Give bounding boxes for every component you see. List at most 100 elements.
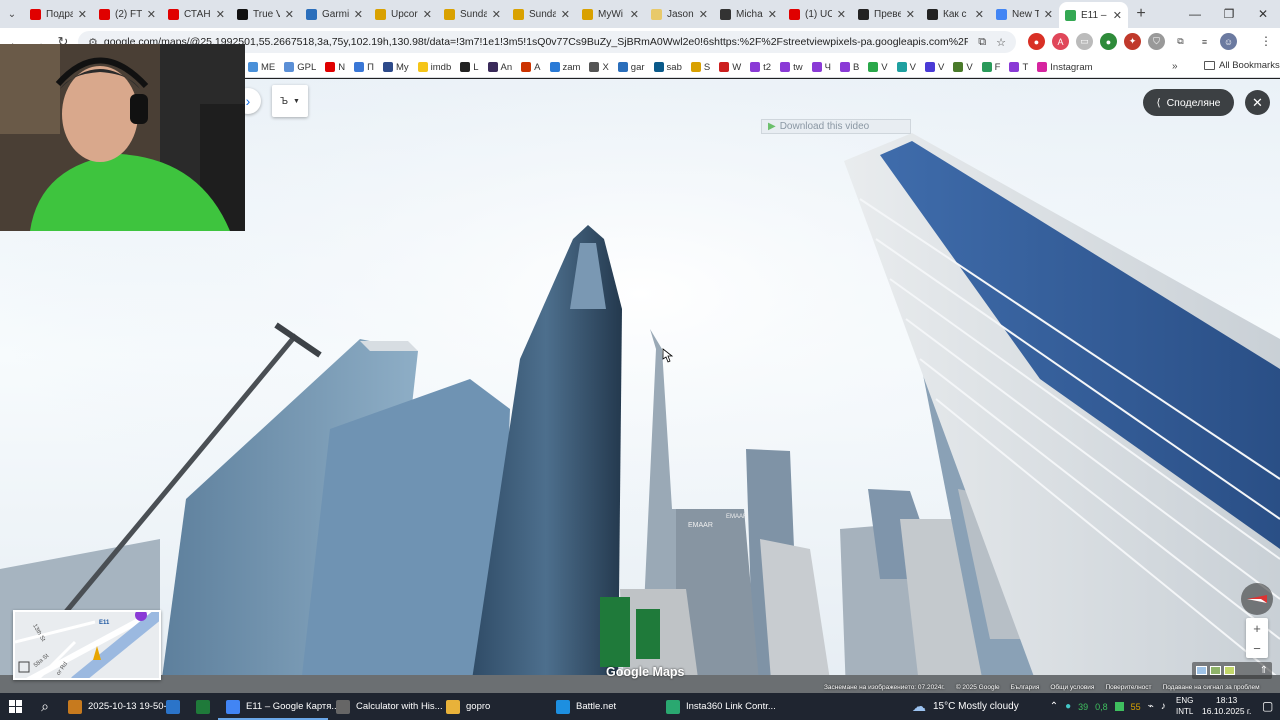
bookmark-item[interactable]: S (690, 62, 710, 73)
tab-0[interactable]: Подра ✕ (24, 2, 93, 26)
expand-icon[interactable]: ⇑ (1260, 665, 1268, 676)
restore-icon[interactable]: ❐ (1212, 0, 1246, 28)
notifications-icon[interactable]: ▢ (1262, 699, 1273, 713)
bookmark-item[interactable]: Instagram (1037, 62, 1093, 73)
start-button[interactable] (0, 700, 30, 713)
bookmark-item[interactable]: gar (617, 62, 645, 73)
imagery-layers[interactable]: ⇑ (1192, 662, 1272, 679)
download-video-banner[interactable]: ▶ Download this video (761, 119, 911, 134)
tab-close-icon[interactable]: ✕ (768, 8, 777, 21)
tab-7[interactable]: Sunda ✕ (507, 2, 576, 26)
taskbar-app-0[interactable]: 2025-10-13 19-50-4... (60, 693, 180, 720)
taskbar-app-4[interactable]: Calculator with His... (328, 693, 443, 720)
tab-close-icon[interactable]: ✕ (699, 8, 708, 21)
tab-2[interactable]: СТАН ✕ (162, 2, 231, 26)
close-window-icon[interactable]: ✕ (1246, 0, 1280, 28)
weather-text[interactable]: 15°C Mostly cloudy (933, 701, 1019, 712)
share-button[interactable]: ⟨ Споделяне (1143, 89, 1234, 116)
attribution-item[interactable]: България (1011, 684, 1040, 693)
tray-green-icon[interactable] (1114, 702, 1124, 711)
attribution-item[interactable]: Подаване на сигнал за проблем (1163, 684, 1260, 693)
media-icon[interactable]: ≡ (1196, 33, 1213, 50)
tab-close-icon[interactable]: ✕ (216, 8, 225, 21)
tab-close-icon[interactable]: ✕ (837, 8, 846, 21)
language-indicator[interactable]: ENG INTL (1176, 695, 1193, 717)
attribution-item[interactable]: Поверителност (1105, 684, 1151, 693)
tab-close-icon[interactable]: ✕ (630, 8, 639, 21)
taskbar-app-1[interactable] (158, 693, 188, 720)
tab-3[interactable]: True V ✕ (231, 2, 300, 26)
tab-search-icon[interactable]: ⌄ (0, 0, 24, 28)
tab-close-icon[interactable]: ✕ (423, 8, 432, 21)
bookmark-item[interactable]: V (924, 62, 944, 73)
volume-icon[interactable]: ♪ (1161, 701, 1166, 712)
bookmark-item[interactable]: sab (653, 62, 682, 73)
tray-up-arrow-icon[interactable]: ⌃ (1050, 701, 1058, 712)
minimize-icon[interactable]: — (1178, 0, 1212, 28)
tray-app-icon[interactable]: ● (1065, 701, 1071, 712)
tab-13[interactable]: Как с ✕ (921, 2, 990, 26)
extension-green-icon[interactable]: ● (1100, 33, 1117, 50)
tab-1[interactable]: (2) FTI ✕ (93, 2, 162, 26)
bookmark-item[interactable]: GPL (284, 62, 316, 73)
bookmark-item[interactable]: imdb (417, 62, 451, 73)
tab-10[interactable]: Micha ✕ (714, 2, 783, 26)
search-icon[interactable]: ⌕ (30, 693, 60, 720)
taskbar-app-3[interactable]: E11 – Google Картя... (218, 693, 339, 720)
extension-red-icon[interactable]: ● (1028, 33, 1045, 50)
bookmark-item[interactable]: В (839, 62, 859, 73)
tab-close-icon[interactable]: ✕ (354, 8, 363, 21)
bookmark-star-icon[interactable]: ☆ (996, 36, 1006, 49)
tab-12[interactable]: Преве ✕ (852, 2, 921, 26)
extension-shield-icon[interactable]: ⛉ (1148, 33, 1165, 50)
tab-close-icon[interactable]: ✕ (492, 8, 501, 21)
extension-adblock-icon[interactable]: A (1052, 33, 1069, 50)
bookmark-item[interactable]: F (981, 62, 1000, 73)
taskbar-app-6[interactable]: Battle.net (548, 693, 658, 720)
network-icon[interactable]: ⌁ (1148, 701, 1154, 712)
tab-close-icon[interactable]: ✕ (285, 8, 294, 21)
layer-thumb-3[interactable] (1224, 666, 1235, 675)
tab-6[interactable]: Sunda ✕ (438, 2, 507, 26)
bookmark-item[interactable]: L (460, 62, 479, 73)
attribution-item[interactable]: Общи условия (1050, 684, 1094, 693)
bookmark-item[interactable]: tw (780, 62, 803, 73)
bookmark-item[interactable]: X (589, 62, 609, 73)
bookmark-item[interactable]: ME (248, 62, 275, 73)
bookmark-item[interactable]: My (382, 62, 409, 73)
layer-thumb-2[interactable] (1210, 666, 1221, 675)
bookmark-item[interactable]: W (719, 62, 741, 73)
tab-4[interactable]: Garmi ✕ (300, 2, 369, 26)
bookmarks-overflow-icon[interactable]: » (1172, 61, 1178, 72)
minimap[interactable]: 13th St 58a St or Rd E11 (13, 610, 161, 680)
bookmark-item[interactable]: V (868, 62, 888, 73)
bookmark-item[interactable]: A (521, 62, 541, 73)
clock[interactable]: 18:13 16.10.2025 г. (1202, 695, 1251, 717)
all-bookmarks-button[interactable]: All Bookmarks (1204, 60, 1280, 71)
bookmark-item[interactable]: Ч (811, 62, 831, 73)
taskbar-app-5[interactable]: gopro (438, 693, 548, 720)
tab-close-icon[interactable]: ✕ (1113, 9, 1122, 22)
language-button[interactable]: Ъ ▼ (272, 85, 308, 117)
tab-close-icon[interactable]: ✕ (561, 8, 570, 21)
compass-icon[interactable] (1241, 583, 1273, 615)
tab-close-icon[interactable]: ✕ (906, 8, 915, 21)
new-tab-button[interactable]: + (1128, 0, 1154, 28)
tab-14[interactable]: New T ✕ (990, 2, 1059, 26)
extensions-puzzle-icon[interactable]: ⧉ (1172, 33, 1189, 50)
tab-close-icon[interactable]: ✕ (1044, 8, 1053, 21)
bookmark-item[interactable]: V (896, 62, 916, 73)
bookmark-item[interactable]: zam (549, 62, 580, 73)
zoom-in-button[interactable]: + (1246, 618, 1268, 638)
bookmark-item[interactable]: П (354, 62, 374, 73)
menu-icon[interactable]: ⋮ (1260, 34, 1272, 48)
bookmark-item[interactable]: T (1009, 62, 1028, 73)
tab-close-icon[interactable]: ✕ (78, 8, 87, 21)
tab-9[interactable]: Jason ✕ (645, 2, 714, 26)
bookmark-item[interactable]: An (487, 62, 512, 73)
close-street-view-button[interactable]: ✕ (1245, 90, 1270, 115)
bookmark-item[interactable]: t2 (750, 62, 771, 73)
tab-close-icon[interactable]: ✕ (147, 8, 156, 21)
extension-flag-icon[interactable]: ✦ (1124, 33, 1141, 50)
tab-5[interactable]: Upcor ✕ (369, 2, 438, 26)
